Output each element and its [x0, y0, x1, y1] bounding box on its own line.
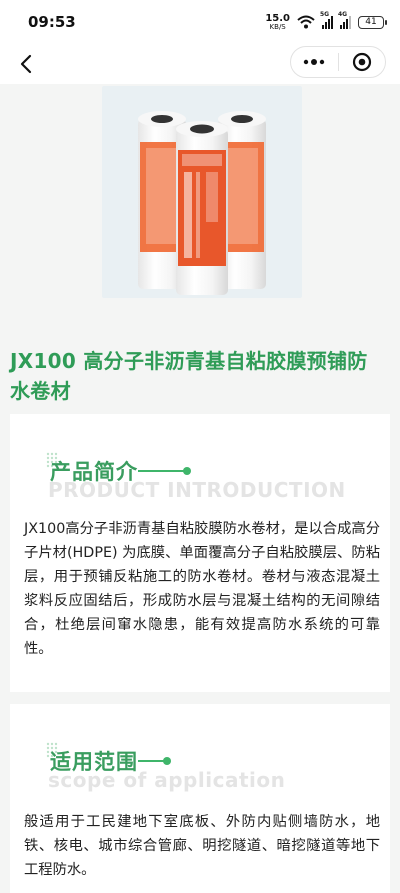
net-speed-unit: KB/S [269, 22, 286, 31]
intro-title-cn: 产品简介 [50, 460, 138, 484]
more-dots-icon [304, 59, 325, 65]
nav-bar [0, 44, 400, 84]
close-button[interactable] [338, 47, 385, 77]
status-time: 09:53 [28, 13, 76, 31]
chevron-left-icon [20, 54, 32, 74]
signal-4g-icon: 4G [338, 11, 351, 29]
battery-level: 41 [365, 16, 377, 27]
scope-heading: scope of application 适用范围 [46, 742, 346, 796]
intro-heading: PRODUCT INTRODUCTION 产品简介 [46, 452, 346, 506]
mini-program-capsule [290, 46, 386, 78]
intro-card: PRODUCT INTRODUCTION 产品简介 JX100高分子非沥青基自粘… [10, 414, 390, 692]
signal-5g-label: 5G [320, 10, 330, 18]
scope-text: 般适用于工民建地下室底板、外防内贴侧墙防水，地铁、核电、城市综合管廊、明挖隧道、… [24, 814, 380, 878]
net-speed-value: 15.0 [265, 12, 290, 24]
wifi-icon [297, 15, 315, 29]
status-bar: 09:53 15.0 KB/S 5G 4G 41 [0, 0, 400, 44]
product-image [102, 86, 302, 298]
more-button[interactable] [291, 47, 338, 77]
page-content: JX100 高分子非沥青基自粘胶膜预铺防水卷材 PRODUCT INTRODUC… [0, 84, 400, 893]
scope-title-cn: 适用范围 [50, 750, 138, 774]
net-speed: 15.0 KB/S [265, 12, 290, 31]
battery-icon: 41 [358, 15, 387, 29]
signal-5g-icon: 5G [320, 11, 333, 29]
back-button[interactable] [10, 48, 42, 80]
intro-title-underline [138, 467, 191, 475]
status-icons: 15.0 KB/S 5G 4G 41 [265, 11, 387, 32]
target-circle-icon [352, 52, 371, 72]
product-rolls-illustration [138, 111, 266, 295]
signal-4g-label: 4G [338, 10, 348, 18]
product-title: JX100 高分子非沥青基自粘胶膜预铺防水卷材 [10, 349, 368, 403]
scope-card: scope of application 适用范围 般适用于工民建地下室底板、外… [10, 704, 390, 893]
intro-text: JX100高分子非沥青基自粘胶膜防水卷材，是以合成高分子片材(HDPE) 为底膜… [24, 521, 380, 657]
scope-title-underline [138, 757, 171, 765]
